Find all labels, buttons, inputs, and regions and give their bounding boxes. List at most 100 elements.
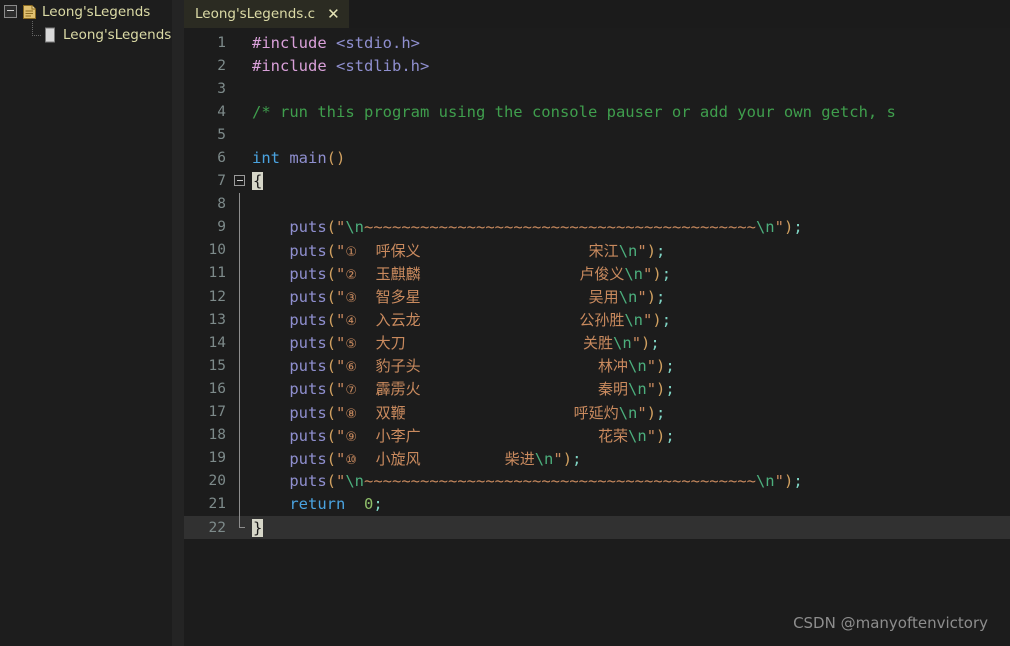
code-line[interactable]: 20 puts("\n~~~~~~~~~~~~~~~~~~~~~~~~~~~~~… (184, 470, 1010, 493)
fold-guide (232, 354, 250, 377)
line-number: 5 (217, 126, 226, 143)
code-line-text: puts("⑨ 小李广 花荣\n"); (289, 426, 675, 445)
tab-label: Leong'sLegends.c (195, 6, 316, 22)
fold-guide (232, 470, 250, 493)
fold-guide (232, 31, 250, 54)
code-line[interactable]: 11 puts("② 玉麒麟 卢俊义\n"); (184, 262, 1010, 285)
code-line[interactable]: 10 puts("① 呼保义 宋江\n"); (184, 239, 1010, 262)
line-number: 14 (208, 334, 226, 351)
code-line-text: puts("① 呼保义 宋江\n"); (289, 241, 666, 260)
fold-guide (232, 285, 250, 308)
fold-guide (232, 331, 250, 354)
code-line-text: } (252, 518, 264, 537)
code-line[interactable]: 12 puts("③ 智多星 吴用\n"); (184, 285, 1010, 308)
line-number: 7 (217, 173, 226, 190)
code-line-text: puts("⑤ 大刀 关胜\n"); (289, 334, 660, 353)
fold-guide (232, 100, 250, 123)
line-number: 16 (208, 380, 226, 397)
fold-guide (232, 146, 250, 169)
code-line-text: puts("\n~~~~~~~~~~~~~~~~~~~~~~~~~~~~~~~~… (289, 218, 803, 237)
line-number: 13 (208, 311, 226, 328)
code-line[interactable]: 16 puts("⑦ 霹雳火 秦明\n"); (184, 377, 1010, 400)
line-number: 3 (217, 80, 226, 97)
line-number: 18 (208, 427, 226, 444)
fold-guide (232, 516, 250, 539)
code-line[interactable]: 15 puts("⑥ 豹子头 林冲\n"); (184, 354, 1010, 377)
project-tree-root[interactable]: Leong'sLegends (0, 0, 172, 23)
code-line[interactable]: 5 (184, 123, 1010, 146)
project-name-label: Leong'sLegends (42, 3, 151, 20)
fold-guide (232, 77, 250, 100)
code-line-text: puts("② 玉麒麟 卢俊义\n"); (289, 264, 672, 283)
code-line-text: puts("⑥ 豹子头 林冲\n"); (289, 357, 675, 376)
line-number: 20 (208, 473, 226, 490)
code-line-text: int main() (252, 149, 346, 168)
fold-guide (232, 377, 250, 400)
code-line[interactable]: 21 return 0; (184, 493, 1010, 516)
code-line[interactable]: 14 puts("⑤ 大刀 关胜\n"); (184, 331, 1010, 354)
fold-guide (232, 123, 250, 146)
line-number: 19 (208, 450, 226, 467)
project-tree-file-node[interactable]: Leong'sLegends.c (0, 20, 172, 46)
code-line-text: puts("⑦ 霹雳火 秦明\n"); (289, 380, 675, 399)
close-icon[interactable]: ✕ (327, 6, 340, 22)
code-line[interactable]: 8 (184, 193, 1010, 216)
collapse-box-icon[interactable] (4, 5, 17, 18)
code-lines-container: 1 #include <stdio.h> 2 #include <stdlib.h> 3… (184, 31, 1010, 540)
line-number: 9 (217, 219, 226, 236)
project-explorer-panel: Leong'sLegends Leong'sLegends.c (0, 0, 172, 646)
code-line[interactable]: 22} (184, 515, 1010, 540)
code-line[interactable]: 9 puts("\n~~~~~~~~~~~~~~~~~~~~~~~~~~~~~~… (184, 216, 1010, 239)
tab-leongslegends-c[interactable]: Leong'sLegends.c ✕ (184, 0, 349, 28)
ide-window: Leong'sLegends Leong'sLegends.c Leong'sL… (0, 0, 1010, 646)
project-file-label: Leong'sLegends.c (63, 26, 172, 43)
fold-guide (232, 401, 250, 424)
fold-guide (232, 216, 250, 239)
code-line-text: puts("④ 入云龙 公孙胜\n"); (289, 311, 672, 330)
project-shield-icon (22, 4, 37, 20)
code-line-text: puts("③ 智多星 吴用\n"); (289, 288, 666, 307)
line-number: 17 (208, 404, 226, 421)
code-line-text: puts("\n~~~~~~~~~~~~~~~~~~~~~~~~~~~~~~~~… (289, 472, 803, 491)
fold-guide (232, 193, 250, 216)
code-line[interactable]: 13 puts("④ 入云龙 公孙胜\n"); (184, 308, 1010, 331)
code-line[interactable]: 1 #include <stdio.h> (184, 31, 1010, 54)
line-number: 10 (208, 242, 226, 259)
fold-guide (232, 308, 250, 331)
code-line[interactable]: 4 /* run this program using the console p… (184, 100, 1010, 123)
line-number: 2 (217, 57, 226, 74)
editor-pane: Leong'sLegends.c ✕ 1 #include <stdio.h> 2 #… (184, 0, 1010, 646)
watermark-label: CSDN @manyoftenvictory (793, 614, 988, 632)
panel-splitter[interactable] (172, 0, 184, 646)
code-line[interactable]: 2 #include <stdlib.h> (184, 54, 1010, 77)
line-number: 15 (208, 357, 226, 374)
editor-tab-bar: Leong'sLegends.c ✕ (184, 0, 1010, 28)
line-number: 21 (208, 496, 226, 513)
fold-guide (232, 447, 250, 470)
line-number: 12 (208, 288, 226, 305)
fold-guide (232, 262, 250, 285)
fold-guide (232, 493, 250, 516)
line-number: 1 (217, 34, 226, 51)
line-number: 22 (208, 519, 226, 536)
code-line[interactable]: 19 puts("⑩ 小旋风 柴进\n"); (184, 447, 1010, 470)
line-number: 6 (217, 150, 226, 167)
code-line-text: { (252, 172, 264, 191)
code-line[interactable]: 6 int main() (184, 146, 1010, 169)
tree-guide-line (28, 20, 42, 43)
code-line-text: puts("⑧ 双鞭 呼延灼\n"); (289, 403, 666, 422)
fold-toggle-icon[interactable] (232, 170, 250, 193)
code-line[interactable]: 18 puts("⑨ 小李广 花荣\n"); (184, 424, 1010, 447)
code-line-text: #include <stdio.h> (252, 33, 420, 52)
code-line-text: #include <stdlib.h> (252, 56, 430, 75)
code-line[interactable]: 17 puts("⑧ 双鞭 呼延灼\n"); (184, 401, 1010, 424)
c-file-icon (44, 27, 57, 43)
code-line[interactable]: 3 (184, 77, 1010, 100)
code-editor-surface[interactable]: 1 #include <stdio.h> 2 #include <stdlib.h> 3… (184, 28, 1010, 646)
fold-guide (232, 424, 250, 447)
fold-guide (232, 239, 250, 262)
code-line[interactable]: 7{ (184, 170, 1010, 193)
code-line-text: /* run this program using the console pa… (252, 102, 896, 121)
code-line-text: puts("⑩ 小旋风 柴进\n"); (289, 449, 582, 468)
line-number: 4 (217, 103, 226, 120)
